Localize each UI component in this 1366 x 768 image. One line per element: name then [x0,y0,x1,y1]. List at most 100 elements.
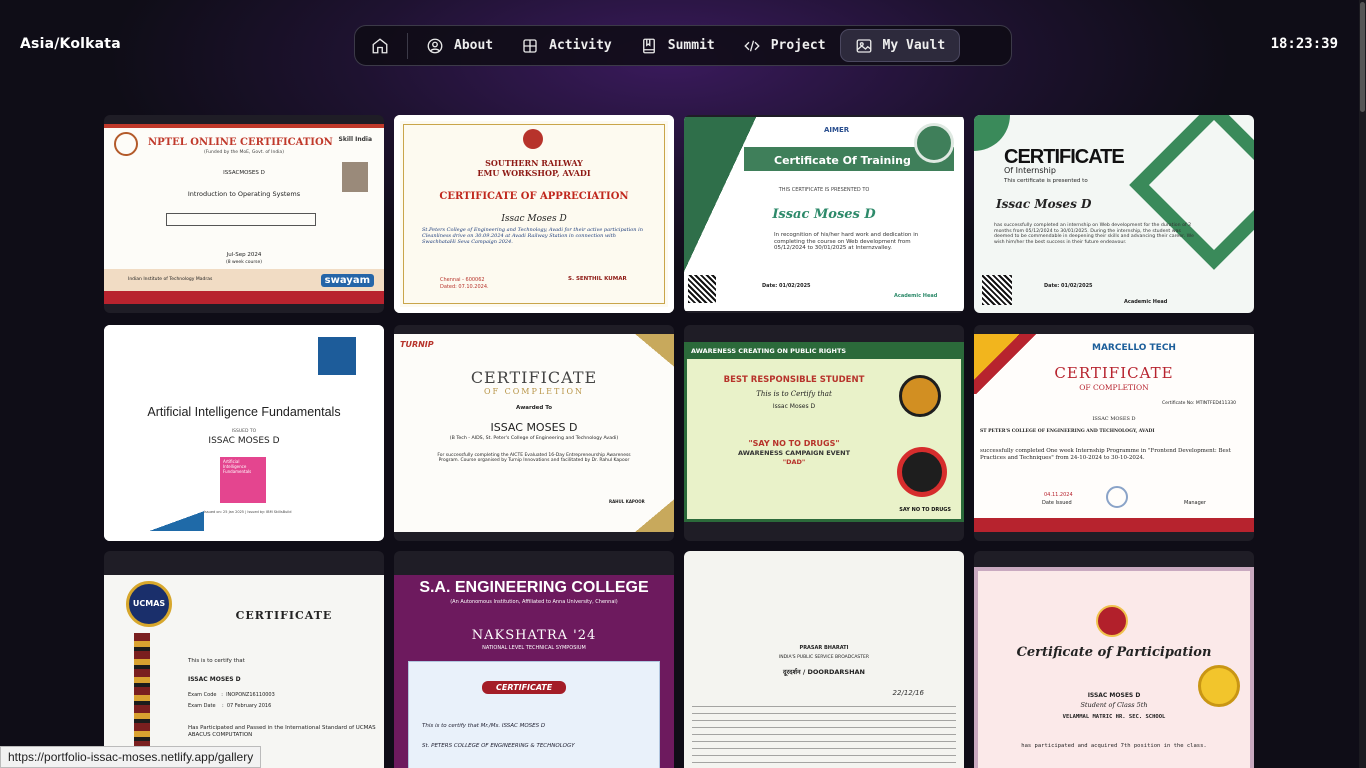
signer: Manager [1184,500,1206,506]
recipient-name: Issac Moses D [996,197,1092,211]
certificate-number: Certificate No: MTINTFED411330 [1161,401,1236,406]
railway-logo [523,129,543,149]
certificate-card[interactable]: SOUTHERN RAILWAY EMU WORKSHOP, AVADI CER… [394,115,674,313]
date: Date: 01/02/2025 [762,283,811,289]
certificate-ribbon: CERTIFICATE [482,681,567,694]
event-sub: AWARENESS CAMPAIGN EVENT [737,449,850,457]
certificate-heading: CERTIFICATE [1054,364,1174,382]
issued-label: ISSUED TO [231,429,257,434]
certificate-sub: Of Internship [1004,166,1056,175]
course-name: Introduction to Operating Systems [187,190,301,198]
date: Dated: 07.10.2024. [440,284,489,290]
certificate-image: SOUTHERN RAILWAY EMU WORKSHOP, AVADI CER… [394,115,674,313]
signer: RAHUL KAPOOR [609,499,645,504]
recipient-name: ISSAC MOSES D [1092,416,1136,422]
event-sub: NATIONAL LEVEL TECHNICAL SYMPOSIUM [482,645,586,651]
gold-seal-icon [1198,665,1240,707]
home-button[interactable] [359,29,403,62]
nav-summit-label: Summit [667,38,715,53]
certificate-body: For successfully completing the AICTE Ev… [437,453,631,464]
certificate-image: TURNIP CERTIFICATE OF COMPLETION Awarded… [394,334,674,532]
certificate-card[interactable]: AWARENESS CREATING ON PUBLIC RIGHTS BEST… [684,325,964,541]
college-sub: (An Autonomous Institution, Affiliated t… [450,599,618,605]
photo [342,162,368,192]
skill-india-logo: Skill India [338,136,372,143]
certificate-body: St.Peters College of Engineering and Tec… [422,227,643,245]
date: Date: 01/02/2025 [1044,283,1093,289]
date-label: Date Issued [1042,500,1072,506]
date: 22/12/16 [892,689,924,697]
awarded-label: Awarded To [515,405,553,411]
recipient-college: ST PETER'S COLLEGE OF ENGINEERING AND TE… [980,429,1155,434]
org-name: PRASAR BHARATI [799,645,849,651]
nav-about[interactable]: About [412,29,507,62]
marcello-logo: MARCELLO TECH [1092,343,1176,353]
certificate-heading: Certificate of Participation [1016,645,1212,660]
certificate-title: NPTEL ONLINE CERTIFICATION [148,137,333,148]
book-icon [642,38,655,53]
certify-label: This is to Certify that [756,390,832,398]
certificate-card[interactable]: Skill India NPTEL ONLINE CERTIFICATION (… [104,115,384,313]
certificate-card[interactable]: UCMAS CERTIFICATE This is to certify tha… [104,551,384,768]
certificate-image: CERTIFICATE Of Internship This certifica… [974,115,1254,313]
certificate-body: has participated and acquired 7th positi… [1021,743,1207,749]
certificate-card[interactable]: CERTIFICATE Of Internship This certifica… [974,115,1254,313]
certificate-body: has successfully completed an internship… [994,223,1194,245]
certificate-body: In recognition of his/her hard work and … [774,232,919,252]
org-logo: AIMER [824,126,850,134]
recipient-detail: (B Tech - AIDS, St. Peter's College of E… [449,436,619,441]
scrollbar-thumb[interactable] [1360,2,1365,112]
certificate-heading: BEST RESPONSIBLE STUDENT [723,375,865,385]
status-bar-url: https://portfolio-issac-moses.netlify.ap… [0,746,262,768]
seal-icon [914,123,954,163]
weeks: (8 week course) [225,260,263,265]
certificate-card[interactable]: Certificate of Participation ISSAC MOSES… [974,551,1254,768]
certificate-sub: OF COMPLETION [1079,383,1149,392]
user-circle-icon [427,38,443,53]
signer: S. SENTHIL KUMAR [568,276,627,282]
exam-code: Exam Code : INOPONZ16110003 [188,692,275,698]
recipient-college: St. PETERS COLLEGE OF ENGINEERING & TECH… [422,743,575,749]
date: 04.11.2024 [1044,492,1073,498]
nav-my-vault[interactable]: My Vault [839,29,961,62]
qr-code [688,275,716,303]
nav-project-label: Project [770,38,826,53]
scrollbar[interactable] [1359,0,1366,768]
nav-project[interactable]: Project [729,29,840,62]
turnip-logo: TURNIP [400,340,434,349]
certificate-card[interactable]: PRASAR BHARATI INDIA'S PUBLIC SERVICE BR… [684,551,964,768]
event-name: "SAY NO TO DRUGS" [748,439,840,448]
badge-image: Artificial Intelligence Fundamentals [220,457,266,503]
certificate-heading: CERTIFICATE [235,609,333,622]
nav-summit[interactable]: Summit [626,29,729,62]
certify-line: This is to certify that Mr./Ms. ISSAC MO… [422,723,546,729]
issue-footer: Issued on: 25 Jan 2025 | Issued by: IBM … [204,510,292,514]
code-icon [744,40,760,51]
student-class: Student of Class 5th [1080,701,1148,709]
certificate-card[interactable]: AIMER Certificate Of Training THIS CERTI… [684,115,964,313]
certificate-card[interactable]: TURNIP CERTIFICATE OF COMPLETION Awarded… [394,325,674,541]
footer-slogan: SAY NO TO DRUGS [899,507,951,513]
certificate-title: AWARENESS CREATING ON PUBLIC RIGHTS [691,347,847,355]
timezone-label: Asia/Kolkata [20,36,121,52]
certificate-image: Artificial Intelligence Fundamentals ISS… [104,325,384,541]
certificate-card[interactable]: MARCELLO TECH CERTIFICATE OF COMPLETION … [974,325,1254,541]
certificate-card[interactable]: S.A. ENGINEERING COLLEGE (An Autonomous … [394,551,674,768]
certificate-card[interactable]: Artificial Intelligence Fundamentals ISS… [104,325,384,541]
certificate-sub: OF COMPLETION [483,387,585,396]
nav-divider [407,32,408,59]
top-nav: About Activity Summit Project My Vault [354,25,1012,66]
certificate-subtitle: (Funded by the MoE, Govt. of India) [204,150,284,155]
certificate-heading: Artificial Intelligence Fundamentals [147,405,341,419]
event-name: NAKSHATRA '24 [471,628,597,643]
qr-code [982,275,1012,305]
certificate-heading: CERTIFICATE OF APPRECIATION [439,191,629,202]
recipient-name: ISSAC MOSES D [208,436,280,446]
nav-activity[interactable]: Activity [507,29,626,62]
presented-label: This certificate is presented to [1004,178,1088,184]
org-name: Indian Institute of Technology Madras [128,277,213,282]
certificate-body: Has Participated and Passed in the Inter… [188,725,376,738]
clock: 18:23:39 [1270,36,1338,52]
certificate-image: PRASAR BHARATI INDIA'S PUBLIC SERVICE BR… [684,551,964,768]
org-sub: INDIA'S PUBLIC SERVICE BROADCASTER [778,655,869,660]
